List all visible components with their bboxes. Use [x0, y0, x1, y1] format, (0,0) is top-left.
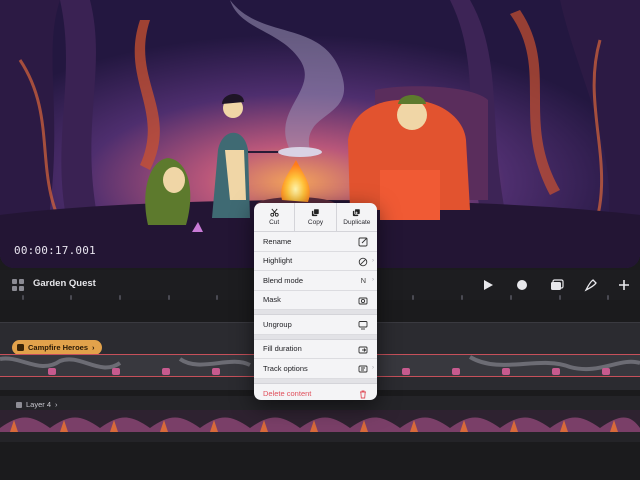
- ruler-tick: [22, 295, 24, 300]
- duplicate-button[interactable]: Duplicate: [337, 203, 377, 231]
- menu-item-mask[interactable]: Mask: [254, 291, 377, 310]
- group-track-name: Campfire Heroes: [28, 343, 89, 352]
- cut-label: Cut: [269, 219, 280, 226]
- chevron-right-icon: ›: [372, 365, 374, 371]
- project-title[interactable]: Garden Quest: [33, 278, 96, 289]
- ruler-tick: [168, 295, 170, 300]
- layer-icon: [16, 401, 22, 408]
- layer-track-name: Layer 4: [26, 400, 52, 409]
- fill-duration-label: Fill duration: [263, 344, 302, 354]
- mask-icon: [358, 297, 368, 304]
- ruler-tick: [119, 295, 121, 300]
- copy-button[interactable]: Copy: [295, 203, 337, 231]
- chevron-right-icon: ›: [372, 257, 374, 264]
- app-window: 00:00:17.001 Garden Quest Campfire Heroe…: [0, 0, 640, 480]
- brush-icon: [584, 279, 597, 292]
- chevron-right-icon: ›: [92, 343, 95, 352]
- layer-track-label[interactable]: Layer 4 ›: [16, 400, 58, 409]
- group-track-label[interactable]: Campfire Heroes ›: [12, 340, 102, 355]
- blend-mode-value: N: [360, 276, 366, 285]
- play-icon: [484, 280, 493, 290]
- ruler-tick: [412, 295, 414, 300]
- scissors-icon: [270, 208, 279, 217]
- layer-thumbnails: [0, 410, 640, 432]
- highlight-label: Highlight: [263, 256, 293, 266]
- group-icon: [17, 344, 24, 351]
- layer-clip-strip[interactable]: [0, 410, 640, 432]
- fill-duration-icon: [358, 346, 368, 353]
- edit-icon: [358, 237, 368, 247]
- slash-circle-icon: [358, 257, 368, 266]
- ruler-tick: [461, 295, 463, 300]
- duplicate-label: Duplicate: [343, 219, 371, 226]
- menu-item-rename[interactable]: Rename: [254, 232, 377, 252]
- timecode-display: 00:00:17.001: [14, 244, 96, 257]
- ruler-tick: [70, 295, 72, 300]
- ruler-tick: [559, 295, 561, 300]
- copy-label: Copy: [307, 219, 324, 226]
- delete-content-label: Delete content: [263, 388, 312, 398]
- record-icon: [517, 280, 527, 290]
- context-menu: Cut Copy Duplicate Rename Highlight › Bl…: [254, 203, 377, 400]
- copy-icon: [311, 208, 320, 217]
- track-options-icon: [358, 365, 368, 373]
- menu-item-delete-content[interactable]: Delete content: [254, 384, 377, 401]
- menu-item-track-options[interactable]: Track options ›: [254, 359, 377, 379]
- ungroup-label: Ungroup: [263, 319, 292, 329]
- menu-item-blend-mode[interactable]: Blend mode N ›: [254, 271, 377, 291]
- mask-label: Mask: [263, 295, 281, 305]
- menu-item-highlight[interactable]: Highlight ›: [254, 252, 377, 271]
- track-options-label: Track options: [263, 363, 308, 373]
- ruler-tick: [510, 295, 512, 300]
- layers-icon: [551, 279, 564, 290]
- ruler-tick: [216, 295, 218, 300]
- context-menu-quick-actions: Cut Copy Duplicate: [254, 203, 377, 232]
- monitor-icon: [358, 321, 368, 330]
- ruler-tick: [607, 295, 609, 300]
- layer-track[interactable]: Layer 4 ›: [0, 396, 640, 442]
- duplicate-icon: [353, 208, 361, 217]
- plus-icon: [619, 280, 629, 290]
- grid-icon[interactable]: [11, 278, 25, 292]
- cut-button[interactable]: Cut: [254, 203, 296, 231]
- rename-label: Rename: [263, 236, 292, 246]
- menu-item-ungroup[interactable]: Ungroup: [254, 315, 377, 335]
- blend-mode-label: Blend mode: [263, 275, 304, 285]
- chevron-right-icon: ›: [55, 400, 58, 409]
- menu-item-fill-duration[interactable]: Fill duration: [254, 340, 377, 359]
- chevron-right-icon: ›: [372, 277, 374, 283]
- trash-icon: [360, 390, 366, 398]
